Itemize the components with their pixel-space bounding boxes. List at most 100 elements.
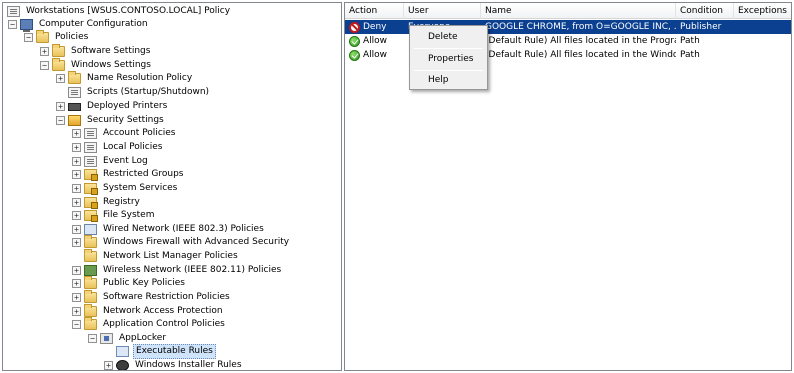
tree-item-label: Policies [55,32,89,42]
tree-item-name-resolution-policy[interactable]: + Name Resolution Policy [56,71,194,85]
folder-icon [84,304,97,317]
lock-folder-icon [84,183,98,195]
expand-icon[interactable]: + [56,74,65,83]
tree-item-application-control[interactable]: − Application Control Policies [72,317,227,331]
console-tree[interactable]: Workstations [WSUS.CONTOSO.LOCAL] Policy… [2,2,342,371]
network-icon [84,224,97,235]
expand-icon[interactable]: + [40,47,49,56]
tree-item-local-policies[interactable]: + Local Policies [72,141,164,154]
expand-icon[interactable]: + [72,307,81,316]
tree-item-label: Computer Configuration [39,19,148,29]
folder-icon [84,290,97,303]
expand-icon[interactable]: + [72,143,81,152]
tree-item-windows-firewall[interactable]: + Windows Firewall with Advanced Securit… [72,235,291,249]
tree-item-wired-network[interactable]: + Wired Network (IEEE 802.3) Policies [72,223,266,236]
name-cell: (Default Rule) All files located in the … [485,36,676,46]
collapse-icon[interactable]: − [56,116,65,125]
context-menu: Delete Properties Help [409,25,488,90]
expand-icon[interactable]: + [72,225,81,234]
collapse-icon[interactable]: − [72,320,81,329]
lock-folder-icon [84,197,98,209]
column-header-exceptions[interactable]: Exceptions [734,3,791,19]
script-icon [68,87,81,98]
exceptions-cell [734,48,791,62]
rules-icon [116,346,129,357]
tree-item-event-log[interactable]: + Event Log [72,155,150,168]
tree-item-wireless-network[interactable]: + Wireless Network (IEEE 802.11) Policie… [72,264,283,277]
tree-item-executable-rules[interactable]: Executable Rules [116,344,216,359]
tree-item-system-services[interactable]: + System Services [72,182,179,195]
expand-icon[interactable]: + [72,198,81,207]
condition-cell: Path [680,36,700,46]
expand-icon[interactable]: + [72,129,81,138]
column-header-condition[interactable]: Condition [676,3,734,19]
menu-item-properties[interactable]: Properties [412,50,485,68]
policy-doc-icon [84,128,97,139]
action-cell: Allow [345,48,404,62]
tree-item-deployed-printers[interactable]: + Deployed Printers [56,100,169,113]
tree-item-software-settings[interactable]: + Software Settings [40,44,152,58]
tree-item-policies[interactable]: − Policies [24,30,90,44]
tree-item-label: Account Policies [103,128,176,138]
tree-item-label: Deployed Printers [87,101,168,111]
tree-item-label: Name Resolution Policy [87,73,193,83]
collapse-icon[interactable]: − [24,33,33,42]
tree-item-windows-installer-rules[interactable]: + Windows Installer Rules [104,359,244,370]
tree-item-file-system[interactable]: + File System [72,209,156,222]
exceptions-cell [734,20,791,34]
tree-item-account-policies[interactable]: + Account Policies [72,127,178,140]
collapse-icon[interactable]: − [40,61,49,70]
folder-icon [84,276,97,289]
tree-item-label: Event Log [103,156,148,166]
tree-item-label: Wireless Network (IEEE 802.11) Policies [103,265,282,275]
tree-item-label: Windows Firewall with Advanced Security [103,237,290,247]
tree-item-network-access-protection[interactable]: + Network Access Protection [72,304,225,318]
action-cell: Allow [345,34,404,48]
tree-item-security-settings[interactable]: − Security Settings [56,114,166,127]
installer-icon [116,360,129,370]
tree-item-label: Application Control Policies [103,319,225,329]
expand-icon[interactable]: + [56,102,65,111]
column-headers: Action User Name Condition Exceptions [345,3,791,19]
tree-item-label: Security Settings [87,115,164,125]
tree-item-scripts[interactable]: Scripts (Startup/Shutdown) [68,86,211,99]
tree-item-gpo-root[interactable]: Workstations [WSUS.CONTOSO.LOCAL] Policy [7,5,232,18]
expand-icon[interactable]: + [72,157,81,166]
expand-icon[interactable]: + [72,293,81,302]
tree-item-software-restriction[interactable]: + Software Restriction Policies [72,290,232,304]
tree-item-label: Network Access Protection [103,306,223,316]
security-icon [68,115,81,126]
tree-item-registry[interactable]: + Registry [72,196,142,209]
expand-icon[interactable]: + [72,170,81,179]
tree-item-windows-settings[interactable]: − Windows Settings [40,58,153,72]
folder-icon [84,317,97,330]
tree-item-restricted-groups[interactable]: + Restricted Groups [72,168,185,181]
deny-icon [349,21,360,33]
allow-icon [349,49,360,61]
menu-item-help[interactable]: Help [412,71,485,89]
menu-separator [414,48,483,49]
expand-icon[interactable]: + [72,184,81,193]
collapse-icon[interactable]: − [8,20,17,29]
tree-item-label: Public Key Policies [103,278,185,288]
tree-item-label: Network List Manager Policies [103,251,238,261]
menu-item-delete[interactable]: Delete [412,28,485,46]
tree-item-public-key-policies[interactable]: + Public Key Policies [72,276,187,290]
column-header-action[interactable]: Action [345,3,404,19]
expand-icon[interactable]: + [72,211,81,220]
action-cell: Deny [345,20,404,34]
column-header-name[interactable]: Name [481,3,676,19]
applocker-icon [100,333,113,344]
expand-icon[interactable]: + [72,279,81,288]
expand-icon[interactable]: + [72,238,81,247]
expand-icon[interactable]: + [72,266,81,275]
folder-icon [68,71,81,84]
tree-item-network-list-manager[interactable]: Network List Manager Policies [84,249,240,263]
tree-item-label: Windows Installer Rules [135,360,242,370]
action-label: Allow [363,50,388,60]
folder-icon [84,235,97,248]
tree-item-computer-configuration[interactable]: − Computer Configuration [8,18,150,32]
expand-icon[interactable]: + [104,361,113,370]
collapse-icon[interactable]: − [88,334,97,343]
column-header-user[interactable]: User [404,3,481,19]
